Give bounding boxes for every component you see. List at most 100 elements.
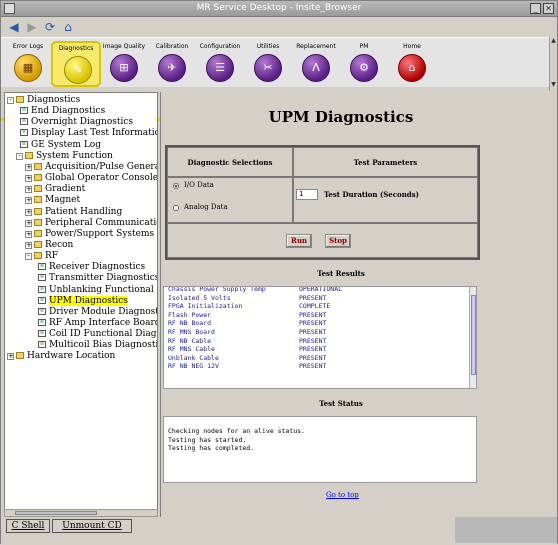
test-results-box[interactable]: Chassis Power Supply Temp OPERATIONAL Isol…: [163, 286, 477, 389]
io-data-radio[interactable]: [173, 183, 179, 189]
tree-item[interactable]: Acquisition/Pulse Generation: [34, 161, 157, 173]
tree-item[interactable]: Magnet: [34, 195, 80, 206]
scrollbar-thumb[interactable]: [15, 511, 97, 515]
diag-selections-header-cell: Diagnostic Selections: [167, 147, 293, 177]
tree-item[interactable]: ≡Coil ID Functional Diagnostics: [38, 329, 157, 340]
expand-icon[interactable]: +: [25, 186, 32, 194]
result-value: PRESENT: [299, 293, 327, 302]
folder-icon: [34, 207, 42, 215]
diag-selections-cell: I/O Data Analog Data: [167, 177, 293, 223]
tree-item[interactable]: ≡ Receiver Diagnostics: [38, 262, 145, 273]
tree-item[interactable]: Peripheral Communications: [34, 217, 157, 229]
document-icon: ≡: [38, 263, 46, 271]
result-value: COMPLETE: [299, 302, 331, 311]
collapse-icon[interactable]: -: [16, 152, 23, 160]
unmount-cd-button[interactable]: Unmount CD: [52, 519, 132, 533]
run-button[interactable]: Run: [286, 234, 312, 248]
tree-item[interactable]: Patient Handling: [34, 207, 122, 218]
replacement-icon: ᐱ: [302, 54, 330, 82]
forward-arrow-icon[interactable]: ▶: [25, 20, 39, 34]
tab-calibration[interactable]: Calibration ✈: [147, 41, 197, 87]
test-status-header: Test Status: [319, 399, 363, 408]
scrollbar-thumb[interactable]: [471, 295, 476, 375]
collapse-icon[interactable]: -: [25, 253, 32, 261]
tab-label: Image Quality: [102, 43, 146, 50]
analog-data-radio[interactable]: [173, 205, 179, 211]
expand-icon[interactable]: +: [25, 208, 32, 216]
tree-item[interactable]: ≡ Multicoil Bias Diagnostics: [38, 340, 157, 351]
main-content: UPM Diagnostics Diagnostic Selections Te…: [160, 92, 557, 517]
tree-item[interactable]: Global Operator Console: [34, 173, 157, 184]
tab-label: Diagnostics: [58, 45, 94, 52]
collapse-icon[interactable]: -: [7, 97, 14, 104]
status-area: [455, 517, 557, 543]
result-value: PRESENT: [299, 362, 327, 371]
tree-item-label: Hardware Location: [27, 351, 116, 362]
expand-icon[interactable]: +: [25, 230, 32, 238]
tree-item[interactable]: ≡ End Diagnostics: [20, 106, 105, 117]
close-icon[interactable]: ✕: [543, 3, 554, 14]
expand-icon[interactable]: +: [7, 353, 14, 361]
tree-item[interactable]: Recon: [34, 240, 73, 251]
tree-item-label: Acquisition/Pulse Generation: [45, 161, 157, 172]
tree-item[interactable]: ≡ GE System Log: [20, 140, 101, 151]
expand-icon[interactable]: +: [25, 175, 32, 183]
tab-bar-scrollbar[interactable]: ▲ ▼: [549, 37, 557, 91]
tree-item[interactable]: ≡Driver Module Diagnostics: [38, 307, 157, 318]
result-value: OPERATIONAL: [299, 286, 343, 293]
test-status-box[interactable]: Checking nodes for an alive status. Testi…: [163, 416, 477, 483]
tree-item[interactable]: ≡ Overnight Diagnostics: [20, 117, 133, 128]
tab-diagnostics[interactable]: Diagnostics ✎: [51, 41, 101, 87]
result-name: RF MNS Cable: [168, 345, 215, 354]
result-name: Chassis Power Supply Temp: [168, 286, 266, 293]
tab-image-quality[interactable]: Image Quality ⊞: [99, 41, 149, 87]
refresh-icon[interactable]: ⟳: [43, 20, 57, 34]
tree-item[interactable]: System Function: [25, 151, 113, 162]
results-scrollbar[interactable]: [469, 287, 476, 388]
stop-button[interactable]: Stop: [325, 234, 351, 248]
expand-icon[interactable]: +: [25, 241, 32, 249]
tab-error-logs[interactable]: Error Logs ▦: [3, 41, 53, 87]
test-duration-input[interactable]: 1: [296, 189, 318, 200]
calibration-icon: ✈: [158, 54, 186, 82]
tree-item[interactable]: Hardware Location: [16, 351, 115, 362]
tab-pm[interactable]: PM ⚙: [339, 41, 389, 87]
expand-icon[interactable]: +: [25, 163, 32, 171]
analog-data-label: Analog Data: [184, 203, 228, 211]
tree-item-label: UPM Diagnostics: [49, 295, 128, 306]
folder-icon: [34, 162, 42, 170]
result-row: Isolated 5 Volts PRESENT: [168, 294, 326, 303]
test-results-header: Test Results: [317, 269, 365, 278]
minimize-icon[interactable]: _: [530, 3, 541, 14]
tree-item[interactable]: Power/Support Systems: [34, 229, 154, 240]
c-shell-button[interactable]: C Shell: [6, 519, 50, 533]
tree-item[interactable]: ≡ Display Last Test Information: [20, 128, 157, 139]
document-icon: ≡: [20, 140, 28, 148]
back-arrow-icon[interactable]: ◀: [7, 20, 21, 34]
tab-utilities[interactable]: Utilities ✂: [243, 41, 293, 87]
tab-replacement[interactable]: Replacement ᐱ: [291, 41, 341, 87]
tree-item[interactable]: RF: [34, 251, 58, 262]
tree-item[interactable]: ≡ UPM Diagnostics: [38, 295, 128, 307]
navigation-tree: - Diagnostics ≡ End Diagnostics ≡ Overnight D…: [4, 92, 158, 516]
tree-item-label: Peripheral Communications: [45, 217, 157, 228]
tree-horizontal-scrollbar[interactable]: [4, 509, 158, 517]
scroll-up-icon[interactable]: ▲: [550, 37, 557, 45]
tree-item[interactable]: ≡Unblanking Functional Diagnostics: [38, 285, 157, 296]
tree-item[interactable]: Diagnostics: [16, 95, 80, 106]
tree-item[interactable]: ≡RF Amp Interface Board Logic: [38, 318, 157, 329]
folder-icon: [34, 218, 42, 226]
home-icon[interactable]: ⌂: [61, 20, 75, 34]
tab-home[interactable]: Home ⌂: [387, 41, 437, 87]
expand-icon[interactable]: +: [25, 219, 32, 227]
scroll-down-icon[interactable]: ▼: [550, 81, 557, 89]
result-value: PRESENT: [299, 336, 327, 345]
tree-item[interactable]: Gradient: [34, 184, 85, 195]
expand-icon[interactable]: +: [25, 197, 32, 205]
tree-item[interactable]: ≡ Transmitter Diagnostics: [38, 273, 157, 284]
tab-configuration[interactable]: Configuration ☰: [195, 41, 245, 87]
result-row: Chassis Power Supply Temp OPERATIONAL: [168, 286, 342, 294]
folder-icon: [25, 151, 33, 159]
go-to-top-link[interactable]: Go to top: [326, 491, 359, 499]
tree-item-label: Receiver Diagnostics: [49, 262, 146, 273]
